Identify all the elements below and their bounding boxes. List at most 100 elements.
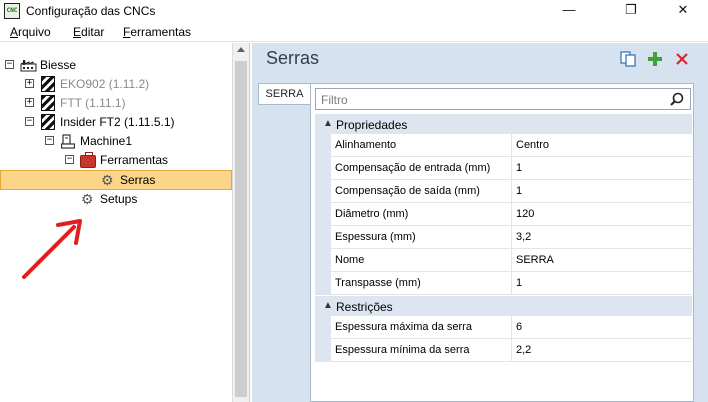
property-row[interactable]: Diâmetro (mm) 120	[315, 203, 692, 226]
property-name: Espessura máxima da serra	[331, 316, 512, 339]
tree-scrollbar[interactable]	[232, 43, 249, 402]
expander-machine1[interactable]: −	[45, 136, 54, 145]
row-gutter	[315, 249, 331, 272]
hatched-machine-icon	[41, 95, 55, 111]
hatched-machine-icon	[41, 114, 55, 130]
tree-label-machine1: Machine1	[80, 134, 133, 148]
hatched-machine-icon	[41, 76, 55, 92]
tree-node-eko902[interactable]: + EKO902 (1.11.2)	[0, 75, 230, 94]
expander-ferramentas[interactable]: −	[65, 155, 74, 164]
property-value[interactable]: Centro	[512, 134, 692, 157]
property-row[interactable]: Nome SERRA	[315, 249, 692, 272]
menu-arquivo-mnemonic: A	[10, 25, 19, 39]
search-icon[interactable]	[670, 92, 684, 106]
properties-panel: Serras SERRA Filtro ▲ Propriedades Alinh…	[252, 43, 708, 402]
menu-editar-mnemonic: E	[73, 25, 82, 39]
scroll-up-arrow-icon[interactable]	[237, 47, 245, 52]
property-name: Compensação de saída (mm)	[331, 180, 512, 203]
property-row[interactable]: Transpasse (mm) 1	[315, 272, 692, 295]
property-value[interactable]: 2,2	[512, 339, 692, 362]
panel-title: Serras	[266, 48, 320, 68]
expander-eko902[interactable]: +	[25, 79, 34, 88]
tree-node-setups[interactable]: ⚙ Setups	[0, 190, 230, 209]
machine-icon	[61, 134, 75, 149]
title-bar: CNC Configuração das CNCs — ❐ ✕	[0, 0, 708, 22]
row-gutter	[315, 339, 331, 362]
cnc-tree[interactable]: − Biesse + EKO902 (1.11.2) + FTT (1.11.1…	[0, 43, 250, 402]
search-input[interactable]: Filtro	[315, 88, 691, 110]
category-restricoes[interactable]: ▲ Restrições	[315, 295, 692, 316]
tree-label-insider-ft2: Insider FT2 (1.11.5.1)	[60, 115, 175, 129]
property-name: Espessura (mm)	[331, 226, 512, 249]
category-propriedades[interactable]: ▲ Propriedades	[315, 113, 692, 134]
menu-ferramentas[interactable]: Ferramentas	[123, 25, 191, 39]
row-gutter	[315, 134, 331, 157]
tree-label-ferramentas: Ferramentas	[100, 153, 169, 167]
tree-label-setups: Setups	[100, 192, 138, 206]
row-gutter	[315, 180, 331, 203]
tree-node-machine1[interactable]: − Machine1	[0, 132, 230, 151]
panel-scroll-area	[694, 83, 708, 402]
row-gutter	[315, 226, 331, 249]
property-value[interactable]: SERRA	[512, 249, 692, 272]
property-value[interactable]: 6	[512, 316, 692, 339]
property-grid: ▲ Propriedades Alinhamento Centro Compens…	[315, 113, 692, 362]
property-value[interactable]: 3,2	[512, 226, 692, 249]
tree-node-ftt[interactable]: + FTT (1.11.1)	[0, 94, 230, 113]
copy-icon	[620, 51, 636, 67]
expander-insider-ft2[interactable]: −	[25, 117, 34, 126]
property-row[interactable]: Compensação de entrada (mm) 1	[315, 157, 692, 180]
tree-label-biesse: Biesse	[40, 58, 77, 72]
property-row[interactable]: Espessura máxima da serra 6	[315, 316, 692, 339]
minimize-button[interactable]: —	[546, 0, 592, 22]
property-row[interactable]: Espessura (mm) 3,2	[315, 226, 692, 249]
property-grid-container: Filtro ▲ Propriedades Alinhamento Centro …	[310, 83, 694, 402]
add-button[interactable]	[646, 50, 664, 68]
menu-arquivo-label: rquivo	[18, 25, 51, 39]
gear-icon: ⚙	[81, 191, 94, 207]
tree-label-ftt: FTT (1.11.1)	[60, 96, 126, 110]
menu-arquivo[interactable]: Arquivo	[10, 25, 51, 39]
tree-node-ferramentas[interactable]: − Ferramentas	[0, 151, 230, 170]
property-name: Espessura mínima da serra	[331, 339, 512, 362]
row-gutter	[315, 203, 331, 226]
tree-node-serras[interactable]: ⚙ Serras	[0, 171, 230, 190]
tree-scroll-thumb[interactable]	[235, 61, 247, 397]
menu-bar: Arquivo Editar Ferramentas	[0, 22, 708, 42]
app-icon: CNC	[4, 3, 20, 19]
close-button[interactable]: ✕	[660, 0, 706, 22]
tree-label-eko902: EKO902 (1.11.2)	[60, 77, 150, 91]
menu-editar-label: ditar	[81, 25, 105, 39]
gear-icon: ⚙	[101, 172, 114, 188]
tree-node-insider-ft2[interactable]: − Insider FT2 (1.11.5.1)	[0, 113, 230, 132]
expander-ftt[interactable]: +	[25, 98, 34, 107]
plus-icon	[648, 52, 662, 66]
property-value[interactable]: 1	[512, 272, 692, 295]
toolbox-icon	[80, 152, 96, 168]
tab-serra[interactable]: SERRA	[258, 83, 310, 105]
property-row[interactable]: Alinhamento Centro	[315, 134, 692, 157]
collapse-arrow-icon[interactable]: ▲	[323, 118, 333, 129]
menu-editar[interactable]: Editar	[73, 25, 104, 39]
red-annotation-arrow	[22, 219, 82, 279]
property-name: Alinhamento	[331, 134, 512, 157]
search-placeholder: Filtro	[321, 93, 348, 107]
category-label: Restrições	[336, 300, 393, 314]
property-value[interactable]: 120	[512, 203, 692, 226]
expander-biesse[interactable]: −	[5, 60, 14, 69]
property-row[interactable]: Compensação de saída (mm) 1	[315, 180, 692, 203]
property-value[interactable]: 1	[512, 157, 692, 180]
copy-button[interactable]	[619, 50, 637, 68]
tree-node-biesse[interactable]: − Biesse	[0, 56, 230, 75]
property-name: Compensação de entrada (mm)	[331, 157, 512, 180]
property-row[interactable]: Espessura mínima da serra 2,2	[315, 339, 692, 362]
collapse-arrow-icon[interactable]: ▲	[323, 300, 333, 311]
tree-label-serras: Serras	[120, 173, 156, 187]
property-name: Nome	[331, 249, 512, 272]
delete-button[interactable]	[673, 50, 691, 68]
property-name: Transpasse (mm)	[331, 272, 512, 295]
property-value[interactable]: 1	[512, 180, 692, 203]
row-gutter	[315, 157, 331, 180]
property-name: Diâmetro (mm)	[331, 203, 512, 226]
maximize-button[interactable]: ❐	[608, 0, 654, 22]
